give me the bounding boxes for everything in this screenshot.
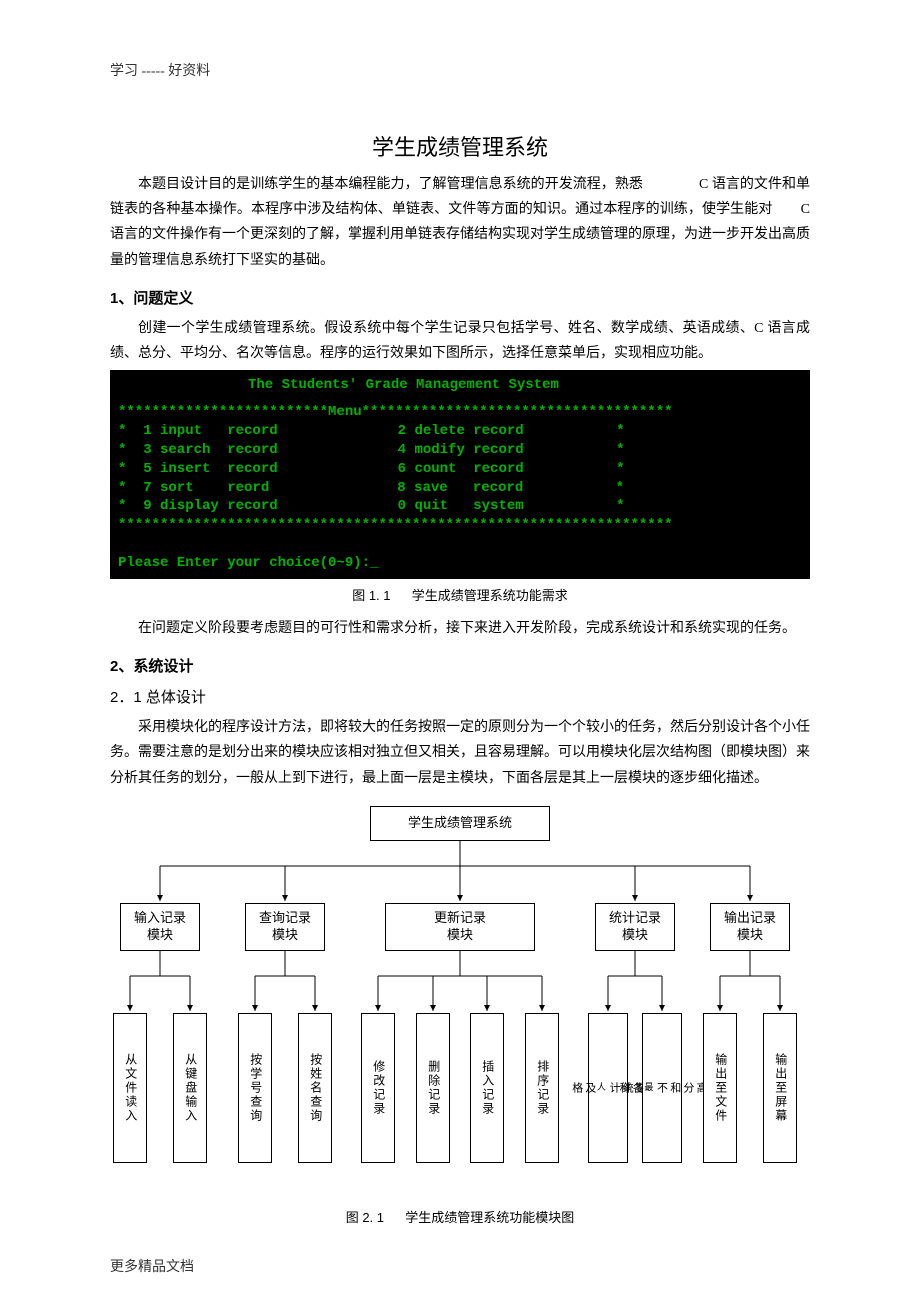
- section-2-heading: 2、系统设计: [110, 655, 810, 676]
- diagram-l3-modify: 修改记录: [361, 1013, 395, 1163]
- diagram-l2-search: 查询记录 模块: [245, 903, 325, 951]
- diagram-l2-output: 输出记录 模块: [710, 903, 790, 951]
- figure-2-number: 图 2. 1: [346, 1210, 384, 1225]
- intro-paragraph: 本题目设计目的是训练学生的基本编程能力，了解管理信息系统的开发流程，熟悉 C 语…: [110, 172, 810, 273]
- figure-1-caption: 图 1. 1 学生成绩管理系统功能需求: [110, 585, 810, 604]
- console-row: * 7 sort reord8 save record *: [118, 479, 802, 498]
- diagram-l3-delete: 删除记录: [416, 1013, 450, 1163]
- figure-1-number: 图 1. 1: [352, 588, 390, 603]
- console-prompt: Please Enter your choice(0~9):_: [118, 554, 802, 573]
- diagram-l3-sort: 排序记录: [525, 1013, 559, 1163]
- console-row: * 3 search record4 modify record *: [118, 441, 802, 460]
- diagram-l2-update: 更新记录 模块: [385, 903, 535, 951]
- diagram-l3-from-keyboard: 从键盘输入: [173, 1013, 207, 1163]
- section-1-paragraph-2: 在问题定义阶段要考虑题目的可行性和需求分析，接下来进入开发阶段，完成系统设计和系…: [110, 616, 810, 641]
- page-title: 学生成绩管理系统: [110, 130, 810, 162]
- diagram-l3-out-file: 输出至文件: [703, 1013, 737, 1163]
- section-1-heading: 1、问题定义: [110, 287, 810, 308]
- footer-small-text: 更多精品文档: [110, 1256, 810, 1276]
- section-2-1-heading: 2．1 总体设计: [110, 686, 810, 707]
- diagram-root: 学生成绩管理系统: [370, 806, 550, 841]
- section-1-paragraph: 创建一个学生成绩管理系统。假设系统中每个学生记录只包括学号、姓名、数学成绩、英语…: [110, 316, 810, 366]
- header-small-text: 学习 ----- 好资料: [110, 60, 810, 80]
- console-border-top: *************************Menu***********…: [118, 403, 802, 422]
- figure-1-text: 学生成绩管理系统功能需求: [412, 588, 568, 603]
- figure-2-text: 学生成绩管理系统功能模块图: [405, 1210, 574, 1225]
- module-diagram: 学生成绩管理系统 输入记录 模块 查询记录 模块 更新记录 模块 统计记录 模块…: [110, 801, 810, 1201]
- console-row: * 5 insert record6 count record *: [118, 460, 802, 479]
- console-border-bottom: ****************************************…: [118, 516, 802, 535]
- diagram-l3-search-id: 按学号查询: [238, 1013, 272, 1163]
- diagram-l3-top-score: 各科 最 高分和不: [642, 1013, 682, 1163]
- diagram-l3-search-name: 按姓名查询: [298, 1013, 332, 1163]
- diagram-l3-out-screen: 输出至屏幕: [763, 1013, 797, 1163]
- diagram-l3-from-file: 从文件读入: [113, 1013, 147, 1163]
- diagram-l3-insert: 插入记录: [470, 1013, 504, 1163]
- figure-2-caption: 图 2. 1 学生成绩管理系统功能模块图: [110, 1207, 810, 1226]
- diagram-l2-input: 输入记录 模块: [120, 903, 200, 951]
- console-row: * 1 input record2 delete record *: [118, 422, 802, 441]
- diagram-l2-stat: 统计记录 模块: [595, 903, 675, 951]
- console-row: * 9 display record0 quit system *: [118, 497, 802, 516]
- section-2-1-paragraph: 采用模块化的程序设计方法，即将较大的任务按照一定的原则分为一个个较小的任务，然后…: [110, 715, 810, 791]
- console-title: The Students' Grade Management System: [118, 376, 802, 395]
- console-screenshot: The Students' Grade Management System ***…: [110, 370, 810, 579]
